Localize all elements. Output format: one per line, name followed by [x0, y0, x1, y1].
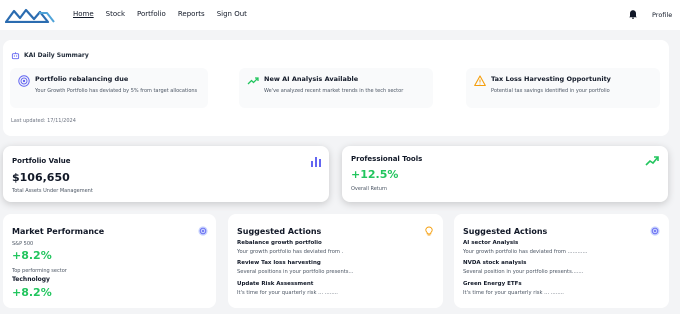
bell-icon[interactable]: [628, 9, 638, 19]
card-subtitle: Total Assets Under Management: [12, 188, 93, 194]
action-description: Several positions in your portfolio pres…: [237, 269, 354, 275]
target-icon: [18, 75, 30, 87]
sector-name: Technology: [12, 276, 50, 283]
top-navbar: Home Stock Portfolio Reports Sign Out Pr…: [0, 0, 680, 30]
suggested-actions-card: Suggested Actions AI sector Analysis You…: [454, 214, 669, 308]
index-label: S&P 500: [12, 241, 34, 247]
main-nav: Home Stock Portfolio Reports Sign Out: [73, 10, 259, 18]
target-icon: [650, 226, 660, 236]
last-updated: Last updated: 17/11/2024: [11, 118, 76, 124]
alert-title: New AI Analysis Available: [264, 75, 359, 83]
action-title: AI sector Analysis: [463, 240, 519, 246]
robot-icon: [11, 52, 20, 60]
card-title: Professional Tools: [351, 155, 423, 163]
action-title: Rebalance growth portfolio: [237, 240, 322, 246]
nav-stock[interactable]: Stock: [106, 10, 125, 18]
alert-tax-loss[interactable]: Tax Loss Harvesting Opportunity Potentia…: [466, 68, 660, 108]
portfolio-value: $106,650: [12, 171, 70, 184]
action-title: Green Energy ETFs: [463, 281, 522, 287]
action-title: Review Tax loss harvesting: [237, 260, 321, 266]
trend-up-icon: [645, 156, 659, 166]
card-title: Portfolio Value: [12, 157, 71, 165]
nav-sign-out[interactable]: Sign Out: [217, 10, 247, 18]
suggested-actions-card: Suggested Actions Rebalance growth portf…: [228, 214, 443, 308]
alert-title: Tax Loss Harvesting Opportunity: [491, 75, 611, 83]
action-item[interactable]: AI sector Analysis Your growth portfolio…: [463, 240, 587, 255]
action-item[interactable]: Update Risk Assessment It's time for you…: [237, 281, 338, 296]
action-description: It's time for your quarterly risk ... ..…: [237, 290, 338, 296]
action-description: Your growth portfolio has deviated from …: [237, 249, 344, 255]
alert-ai-analysis[interactable]: New AI Analysis Available We've analyzed…: [239, 68, 433, 108]
daily-summary-card: KAI Daily Summary Portfolio rebalancing …: [3, 40, 669, 136]
alert-title: Portfolio rebalancing due: [35, 75, 129, 83]
brand-logo[interactable]: [5, 7, 55, 23]
warning-icon: [474, 75, 486, 87]
alert-description: Potential tax savings identified in your…: [491, 88, 610, 94]
action-title: NVDA stock analysis: [463, 260, 527, 266]
action-description: Your growth portfolio has deviated from …: [463, 249, 588, 255]
card-title: Market Performance: [12, 227, 105, 236]
alert-description: Your Growth Portfolio has deviated by 5%…: [35, 88, 198, 94]
bar-chart-icon: [311, 157, 321, 167]
market-performance-card: Market Performance S&P 500 +8.2% Top per…: [3, 214, 216, 308]
action-description: Several position in your portfolio prese…: [463, 269, 584, 275]
index-change: +8.2%: [12, 249, 52, 262]
card-subtitle: Overall Return: [351, 186, 388, 192]
sector-change: +8.2%: [12, 286, 52, 299]
nav-portfolio[interactable]: Portfolio: [137, 10, 166, 18]
summary-header: KAI Daily Summary: [11, 51, 89, 60]
action-title: Update Risk Assessment: [237, 281, 314, 287]
professional-tools-card[interactable]: Professional Tools +12.5% Overall Return: [342, 146, 668, 202]
action-item[interactable]: NVDA stock analysis Several position in …: [463, 260, 583, 275]
alert-rebalancing[interactable]: Portfolio rebalancing due Your Growth Po…: [10, 68, 208, 108]
overall-return-value: +12.5%: [351, 168, 399, 181]
nav-reports[interactable]: Reports: [178, 10, 205, 18]
portfolio-value-card[interactable]: Portfolio Value $106,650 Total Assets Un…: [3, 146, 329, 202]
action-item[interactable]: Rebalance growth portfolio Your growth p…: [237, 240, 343, 255]
nav-home[interactable]: Home: [73, 10, 94, 18]
sector-label: Top performing sector: [12, 268, 67, 274]
lightbulb-icon: [425, 226, 433, 236]
profile-link[interactable]: Profile: [652, 11, 672, 19]
action-item[interactable]: Review Tax loss harvesting Several posit…: [237, 260, 353, 275]
target-icon: [198, 226, 208, 236]
trend-up-icon: [247, 77, 259, 85]
action-item[interactable]: Green Energy ETFs It's time for your qua…: [463, 281, 564, 296]
card-title: Suggested Actions: [463, 227, 548, 236]
card-title: Suggested Actions: [237, 227, 322, 236]
action-description: It's time for your quarterly risk ... ..…: [463, 290, 564, 296]
alert-description: We've analyzed recent market trends in t…: [264, 88, 404, 94]
summary-title: KAI Daily Summary: [24, 52, 89, 59]
